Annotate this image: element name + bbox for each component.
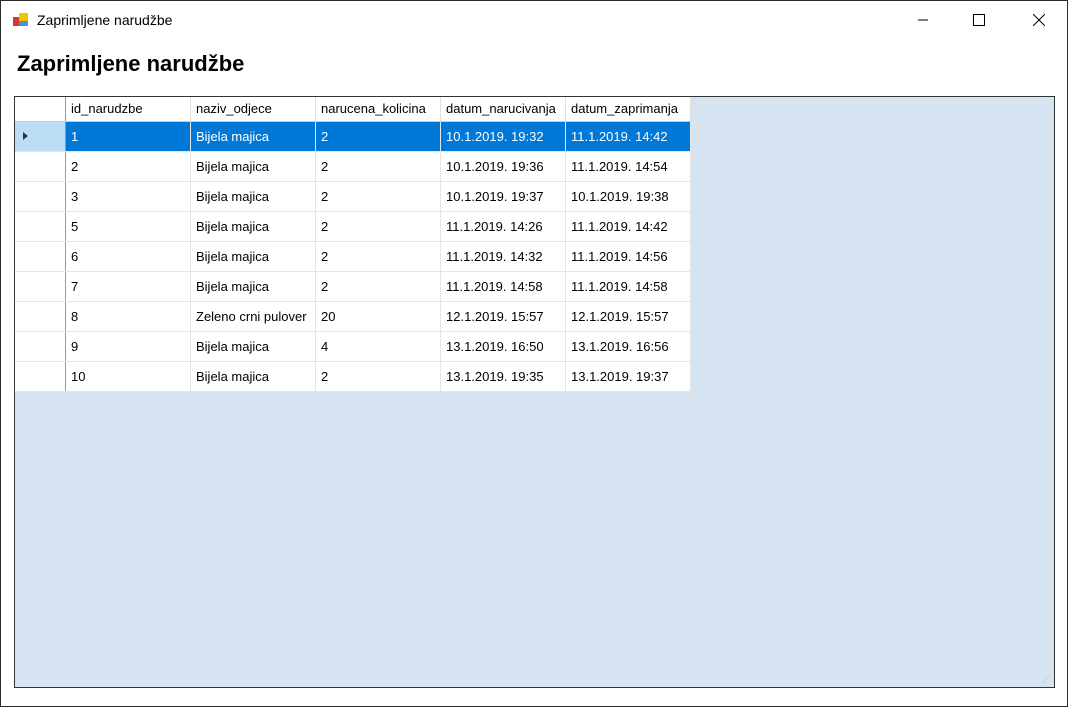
cell-id-narudzbe[interactable]: 10 — [65, 361, 191, 392]
cell-narucena-kolicina[interactable]: 2 — [315, 271, 441, 302]
window-title: Zaprimljene narudžbe — [37, 12, 173, 28]
cell-datum-zaprimanja[interactable]: 11.1.2019. 14:42 — [565, 211, 691, 242]
cell-id-narudzbe[interactable]: 6 — [65, 241, 191, 272]
cell-datum-narucivanja[interactable]: 13.1.2019. 19:35 — [440, 361, 566, 392]
cell-datum-narucivanja[interactable]: 10.1.2019. 19:37 — [440, 181, 566, 212]
row-header[interactable] — [15, 301, 66, 332]
row-header[interactable] — [15, 271, 66, 302]
cell-datum-zaprimanja[interactable]: 13.1.2019. 16:56 — [565, 331, 691, 362]
row-header[interactable] — [15, 151, 66, 182]
orders-table: id_narudzbe naziv_odjece narucena_kolicina… — [15, 97, 691, 392]
cell-narucena-kolicina[interactable]: 2 — [315, 121, 441, 152]
cell-datum-narucivanja[interactable]: 11.1.2019. 14:26 — [440, 211, 566, 242]
table-row[interactable]: 8 Zeleno crni pulover 20 12.1.2019. 15:57 12… — [15, 301, 691, 332]
cell-naziv-odjece[interactable]: Zeleno crni pulover — [190, 301, 316, 332]
cell-datum-zaprimanja[interactable]: 10.1.2019. 19:38 — [565, 181, 691, 212]
maximize-icon — [973, 14, 985, 26]
cell-datum-narucivanja[interactable]: 11.1.2019. 14:32 — [440, 241, 566, 272]
cell-naziv-odjece[interactable]: Bijela majica — [190, 211, 316, 242]
cell-datum-narucivanja[interactable]: 12.1.2019. 15:57 — [440, 301, 566, 332]
table-row[interactable]: 7 Bijela majica 2 11.1.2019. 14:58 11.1.2019… — [15, 271, 691, 302]
app-icon — [13, 13, 28, 26]
cell-datum-narucivanja[interactable]: 10.1.2019. 19:36 — [440, 151, 566, 182]
page-title: Zaprimljene narudžbe — [17, 51, 245, 76]
row-header[interactable] — [15, 361, 66, 392]
cell-naziv-odjece[interactable]: Bijela majica — [190, 271, 316, 302]
cell-naziv-odjece[interactable]: Bijela majica — [190, 361, 316, 392]
cell-naziv-odjece[interactable]: Bijela majica — [190, 121, 316, 152]
cell-datum-zaprimanja[interactable]: 11.1.2019. 14:58 — [565, 271, 691, 302]
cell-narucena-kolicina[interactable]: 2 — [315, 151, 441, 182]
row-header[interactable] — [15, 121, 66, 152]
header-row: id_narudzbe naziv_odjece narucena_kolicina… — [15, 97, 691, 122]
row-header[interactable] — [15, 331, 66, 362]
cell-naziv-odjece[interactable]: Bijela majica — [190, 331, 316, 362]
current-row-arrow-icon — [23, 131, 28, 140]
cell-narucena-kolicina[interactable]: 2 — [315, 211, 441, 242]
column-header-narucena-kolicina[interactable]: narucena_kolicina — [315, 97, 441, 122]
cell-id-narudzbe[interactable]: 8 — [65, 301, 191, 332]
orders-grid[interactable]: id_narudzbe naziv_odjece narucena_kolicina… — [14, 96, 1055, 688]
row-header-corner[interactable] — [15, 97, 66, 122]
table-row[interactable]: 3 Bijela majica 2 10.1.2019. 19:37 10.1.2019… — [15, 181, 691, 212]
row-header[interactable] — [15, 241, 66, 272]
cell-narucena-kolicina[interactable]: 2 — [315, 181, 441, 212]
cell-id-narudzbe[interactable]: 5 — [65, 211, 191, 242]
cell-narucena-kolicina[interactable]: 20 — [315, 301, 441, 332]
row-header[interactable] — [15, 211, 66, 242]
table-row[interactable]: 2 Bijela majica 2 10.1.2019. 19:36 11.1.2019… — [15, 151, 691, 182]
cell-datum-zaprimanja[interactable]: 13.1.2019. 19:37 — [565, 361, 691, 392]
cell-datum-narucivanja[interactable]: 13.1.2019. 16:50 — [440, 331, 566, 362]
table-row[interactable]: 6 Bijela majica 2 11.1.2019. 14:32 11.1.2019… — [15, 241, 691, 272]
column-header-naziv-odjece[interactable]: naziv_odjece — [190, 97, 316, 122]
title-bar[interactable]: Zaprimljene narudžbe — [1, 1, 1067, 39]
cell-id-narudzbe[interactable]: 2 — [65, 151, 191, 182]
column-header-datum-zaprimanja[interactable]: datum_zaprimanja — [565, 97, 691, 122]
table-row[interactable]: 9 Bijela majica 4 13.1.2019. 16:50 13.1.2019… — [15, 331, 691, 362]
table-row[interactable]: 10 Bijela majica 2 13.1.2019. 19:35 13.1.201… — [15, 361, 691, 392]
cell-datum-narucivanja[interactable]: 10.1.2019. 19:32 — [440, 121, 566, 152]
cell-datum-zaprimanja[interactable]: 11.1.2019. 14:56 — [565, 241, 691, 272]
cell-id-narudzbe[interactable]: 7 — [65, 271, 191, 302]
minimize-button[interactable] — [895, 1, 951, 39]
cell-narucena-kolicina[interactable]: 2 — [315, 241, 441, 272]
column-header-datum-narucivanja[interactable]: datum_narucivanja — [440, 97, 566, 122]
cell-id-narudzbe[interactable]: 3 — [65, 181, 191, 212]
cell-naziv-odjece[interactable]: Bijela majica — [190, 151, 316, 182]
cell-id-narudzbe[interactable]: 1 — [65, 121, 191, 152]
cell-datum-zaprimanja[interactable]: 12.1.2019. 15:57 — [565, 301, 691, 332]
cell-datum-zaprimanja[interactable]: 11.1.2019. 14:54 — [565, 151, 691, 182]
close-icon — [1033, 14, 1045, 26]
column-header-id-narudzbe[interactable]: id_narudzbe — [65, 97, 191, 122]
resize-grip-icon[interactable]: ⋰ — [1042, 673, 1051, 684]
close-button[interactable] — [1011, 1, 1067, 39]
window: Zaprimljene narudžbe Zaprimljene narudžb… — [0, 0, 1068, 707]
cell-narucena-kolicina[interactable]: 2 — [315, 361, 441, 392]
cell-datum-narucivanja[interactable]: 11.1.2019. 14:58 — [440, 271, 566, 302]
row-header[interactable] — [15, 181, 66, 212]
cell-naziv-odjece[interactable]: Bijela majica — [190, 241, 316, 272]
cell-datum-zaprimanja[interactable]: 11.1.2019. 14:42 — [565, 121, 691, 152]
cell-id-narudzbe[interactable]: 9 — [65, 331, 191, 362]
maximize-button[interactable] — [951, 1, 1007, 39]
table-row[interactable]: 5 Bijela majica 2 11.1.2019. 14:26 11.1.2019… — [15, 211, 691, 242]
table-row[interactable]: 1 Bijela majica 2 10.1.2019. 19:32 11.1.2019… — [15, 121, 691, 152]
cell-narucena-kolicina[interactable]: 4 — [315, 331, 441, 362]
minimize-icon — [918, 19, 928, 21]
cell-naziv-odjece[interactable]: Bijela majica — [190, 181, 316, 212]
